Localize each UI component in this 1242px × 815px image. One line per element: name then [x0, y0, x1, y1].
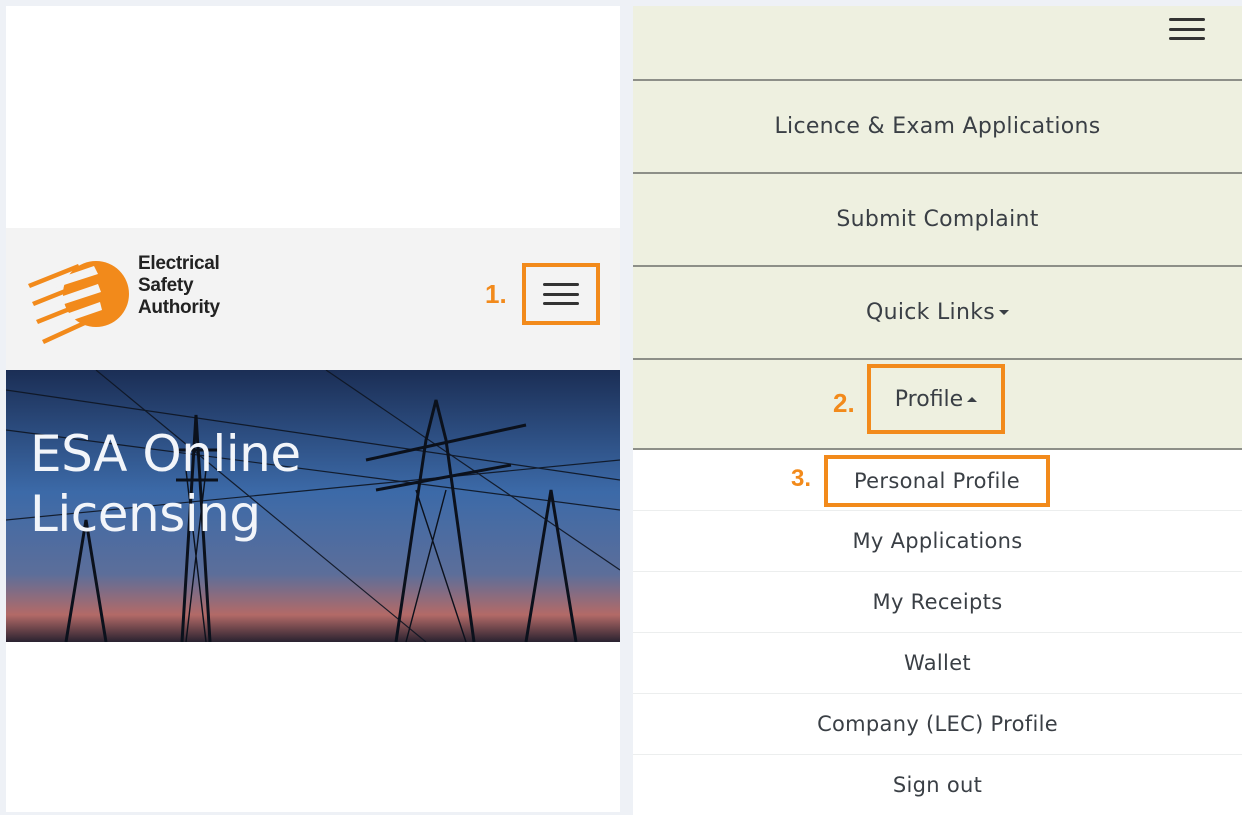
esa-logo-icon	[28, 261, 129, 344]
nav-item-profile[interactable]: Profile	[867, 364, 1005, 434]
dropdown-item-label: My Applications	[852, 529, 1023, 553]
dropdown-item-label: My Receipts	[872, 590, 1003, 614]
hero-title: ESA Online Licensing	[30, 424, 430, 544]
caret-up-icon	[967, 396, 978, 402]
nav-item-label: Submit Complaint	[836, 207, 1039, 232]
hero-title-line1: ESA Online	[30, 425, 301, 483]
nav-item-licence-exam-applications[interactable]: Licence & Exam Applications	[633, 79, 1242, 172]
dropdown-item-company-lec-profile[interactable]: Company (LEC) Profile	[633, 694, 1242, 755]
logo-text-line2: Safety	[138, 275, 194, 296]
nav-item-quick-links[interactable]: Quick Links	[633, 265, 1242, 358]
hamburger-icon	[543, 283, 579, 305]
logo-text-line1: Electrical	[138, 253, 220, 274]
dropdown-item-personal-profile[interactable]: Personal Profile	[824, 455, 1050, 507]
nav-item-submit-complaint[interactable]: Submit Complaint	[633, 172, 1242, 265]
dropdown-item-label: Wallet	[904, 651, 971, 675]
dropdown-item-sign-out[interactable]: Sign out	[633, 755, 1242, 815]
hamburger-icon	[1169, 18, 1205, 40]
dropdown-item-my-applications[interactable]: My Applications	[633, 511, 1242, 572]
dropdown-item-label: Personal Profile	[853, 469, 1021, 493]
hero-banner: ESA Online Licensing	[6, 370, 620, 642]
dropdown-item-label: Sign out	[892, 773, 983, 797]
expanded-nav-menu: Licence & Exam Applications Submit Compl…	[633, 6, 1242, 815]
logo-text-line3: Authority	[138, 297, 220, 318]
step-1-label: 1.	[485, 279, 507, 309]
dropdown-item-label: Company (LEC) Profile	[817, 712, 1058, 736]
nav-item-label: Quick Links	[865, 300, 996, 325]
step-3-label: 3.	[791, 465, 812, 492]
site-header: Electrical Safety Authority 1.	[6, 228, 620, 370]
nav-item-label: Profile	[894, 386, 964, 412]
mobile-home-view: Electrical Safety Authority 1. ESA Onlin…	[6, 6, 620, 812]
caret-down-icon	[999, 310, 1010, 315]
hamburger-menu-button-open[interactable]	[1169, 18, 1205, 44]
dropdown-item-my-receipts[interactable]: My Receipts	[633, 572, 1242, 633]
hamburger-menu-button[interactable]	[522, 263, 600, 325]
step-2-label: 2.	[833, 388, 855, 418]
menu-topbar	[633, 6, 1242, 79]
dropdown-item-wallet[interactable]: Wallet	[633, 633, 1242, 694]
nav-item-label: Licence & Exam Applications	[774, 114, 1101, 139]
hero-title-line2: Licensing	[30, 485, 261, 543]
